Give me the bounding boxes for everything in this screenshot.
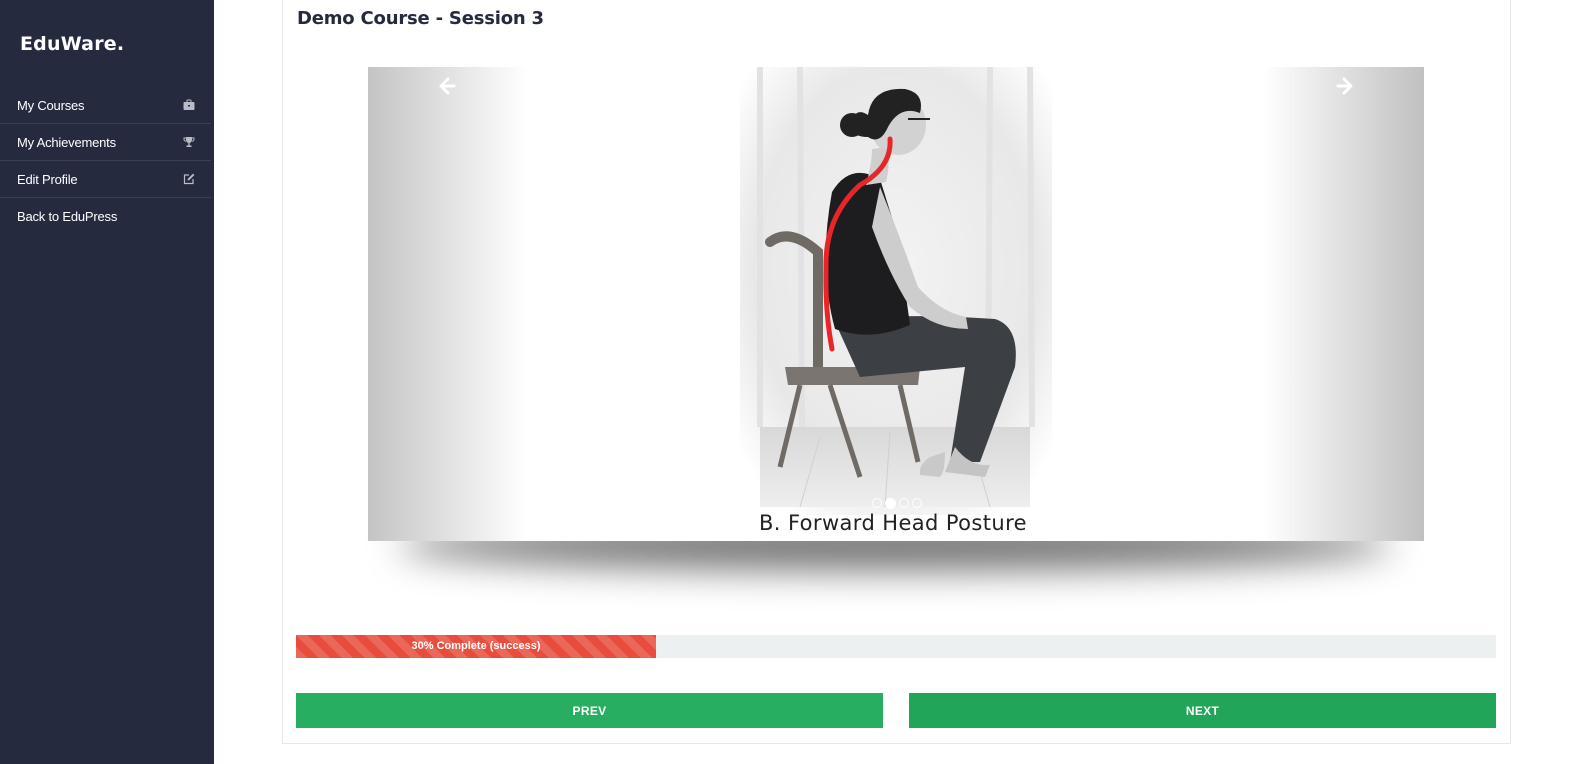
slider-dot[interactable] (899, 498, 909, 508)
next-button[interactable]: NEXT (909, 693, 1496, 728)
sidebar-item-edit-profile[interactable]: Edit Profile (0, 161, 211, 198)
sidebar-item-label: Back to EduPress (17, 209, 118, 224)
sidebar-item-label: My Achievements (17, 134, 116, 150)
arrow-right-icon[interactable] (1334, 75, 1356, 97)
posture-photo (740, 67, 1052, 515)
slider-gradient-left (368, 67, 528, 541)
prev-button[interactable]: PREV (296, 693, 883, 728)
slider-gradient-right (1264, 67, 1424, 541)
sidebar-item-my-achievements[interactable]: My Achievements (0, 124, 211, 161)
sidebar-item-label: My Courses (17, 97, 85, 113)
progress-bar: 30% Complete (success) (296, 635, 1496, 658)
sidebar-item-back-to-edupress[interactable]: Back to EduPress (0, 198, 211, 235)
progress-fill: 30% Complete (success) (296, 635, 656, 658)
trophy-icon (183, 137, 195, 147)
sidebar-nav: My Courses My Achievements Edit Profile (0, 87, 211, 235)
briefcase-icon (183, 99, 195, 110)
sidebar-item-my-courses[interactable]: My Courses (0, 87, 211, 124)
sidebar: EduWare. My Courses My Achievements Edit… (0, 0, 214, 764)
slider-dots (872, 497, 922, 509)
slider-dot[interactable] (872, 498, 882, 508)
slide-caption: B. Forward Head Posture (758, 511, 1027, 535)
page-title: Demo Course - Session 3 (297, 8, 544, 29)
brand-logo[interactable]: EduWare. (20, 33, 124, 55)
progress-label: 30% Complete (success) (411, 640, 541, 652)
arrow-left-icon[interactable] (436, 75, 458, 97)
edit-icon (183, 173, 195, 185)
sidebar-item-label: Edit Profile (17, 171, 78, 187)
slider-dot-active[interactable] (885, 497, 896, 509)
slider-dot[interactable] (912, 498, 922, 508)
image-slider[interactable]: B. Forward Head Posture (368, 67, 1424, 541)
